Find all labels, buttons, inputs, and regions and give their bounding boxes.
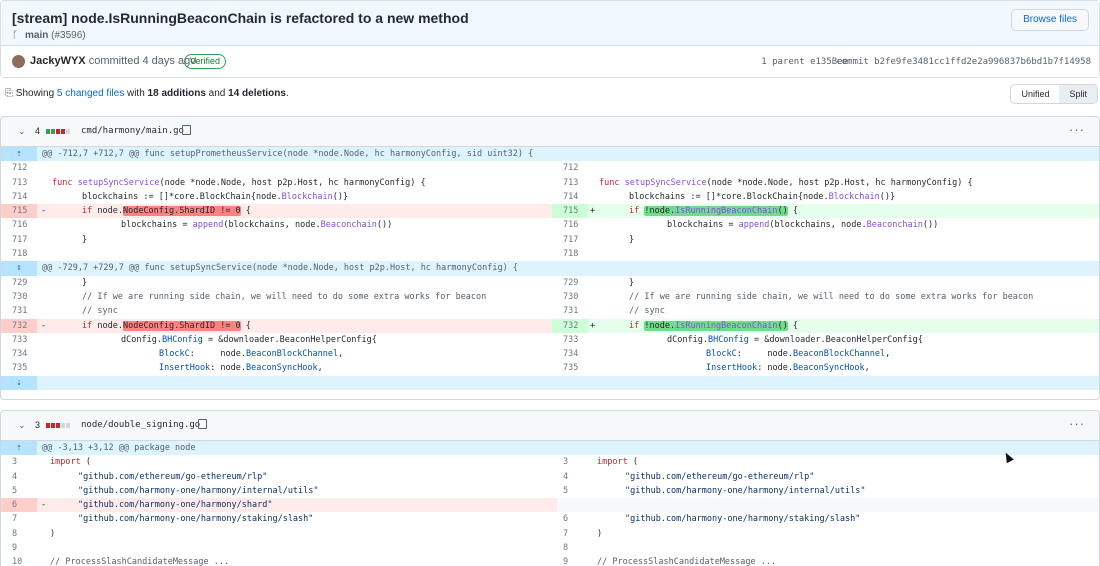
copy-icon[interactable] <box>182 125 191 135</box>
commit-title-bar: [stream] node.IsRunningBeaconChain is re… <box>1 1 1099 46</box>
file-change-count: 3 <box>35 420 41 430</box>
file-path[interactable]: cmd/harmony/main.go <box>81 126 184 136</box>
table-row: 731// sync 731// sync <box>12 306 665 317</box>
hunk-text: @@ -712,7 +712,7 @@ func setupPrometheus… <box>42 149 534 159</box>
changed-files-link[interactable]: 5 changed files <box>57 88 124 99</box>
table-row: 735 InsertHook: node.BeaconSyncHook, 735 In… <box>12 363 870 374</box>
chevron-down-icon[interactable]: ⌄ <box>18 420 26 431</box>
file-header: ⌄ 4 cmd/harmony/main.go ··· <box>1 117 1099 147</box>
table-row: 8) 7) <box>12 528 603 539</box>
table-row: 5 "github.com/harmony-one/harmony/interna… <box>12 485 866 496</box>
avatar[interactable] <box>12 55 25 68</box>
table-row: 712 712 <box>12 163 579 174</box>
table-row: 733 dConfig.BHConfig = &downloader.Beacon… <box>12 334 923 345</box>
chevron-down-icon[interactable]: ⌄ <box>18 126 26 137</box>
hunk-header: ⇕ @@ -729,7 +729,7 @@ func setupSyncServi… <box>1 261 1099 276</box>
commit-time: committed 4 days ago <box>88 55 197 67</box>
parent-commit[interactable]: 1 parent e135Bee <box>761 57 848 67</box>
table-row: 717} 717} <box>12 234 635 245</box>
diff-file: ⌄ 3 node/double_signing.go ··· ⇡ @@ -3,13… <box>0 410 1100 566</box>
table-row: 715- if node.NodeConfig.ShardID != 0 {715… <box>1 204 1099 219</box>
table-row: 3 import (3 import ( <box>12 457 638 468</box>
unified-view-button[interactable]: Unified <box>1011 85 1059 103</box>
unfold-icon[interactable]: ⇡ <box>1 441 37 456</box>
diff-file: ⌄ 4 cmd/harmony/main.go ··· ⇡ @@ -712,7 +… <box>0 116 1100 400</box>
summary-with: with <box>124 88 148 99</box>
table-row: 98 <box>12 543 569 554</box>
table-row: 734 BlockC: node.BeaconBlockChannel, 734 Bl… <box>12 349 891 360</box>
commit-title: [stream] node.IsRunningBeaconChain is re… <box>12 10 469 26</box>
unfold-icon[interactable]: ⇣ <box>1 375 37 391</box>
file-path[interactable]: node/double_signing.go <box>81 420 200 430</box>
branch-name[interactable]: main <box>25 30 48 41</box>
table-row: 730// If we are running side chain, we w… <box>12 291 1034 302</box>
diff-table: ⇡ @@ -3,13 +3,12 @@ package node 3 import … <box>1 441 1099 566</box>
table-row: 7 "github.com/harmony-one/harmony/staking… <box>12 514 861 525</box>
additions-count: 18 additions <box>147 88 206 99</box>
diff-stat <box>46 423 70 428</box>
pr-number[interactable]: (#3596) <box>51 30 85 41</box>
diff-view-toggle: Unified Split <box>1010 84 1098 104</box>
git-branch-icon: ᚴ <box>12 30 18 41</box>
diff-summary: ⎘ Showing 5 changed files with 18 additi… <box>5 88 289 99</box>
table-row: 4 "github.com/ethereum/go-ethereum/rlp" 4 "… <box>12 471 815 482</box>
summary-prefix: Showing <box>15 88 57 99</box>
table-row: 732- if node.NodeConfig.ShardID != 0 {732… <box>1 318 1099 333</box>
copy-icon[interactable] <box>198 419 207 429</box>
unfold-icon[interactable]: ⇡ <box>1 147 37 162</box>
summary-and: and <box>205 88 229 99</box>
author-name[interactable]: JackyWYX <box>30 55 86 67</box>
summary-suffix: . <box>285 88 289 99</box>
branch-info: ᚴ main (#3596) <box>12 30 86 41</box>
browse-files-button[interactable]: Browse files <box>1011 9 1089 31</box>
commit-header: [stream] node.IsRunningBeaconChain is re… <box>0 0 1100 78</box>
table-row: 729} 729} <box>12 277 635 288</box>
table-row: 713 func setupSyncService(node *node.Node… <box>12 177 973 188</box>
hunk-header: ⇡ @@ -3,13 +3,12 @@ package node <box>1 441 1099 456</box>
table-row: 10// ProcessSlashCandidateMessage ... 9//… <box>12 557 777 566</box>
table-row: 718 718 <box>12 249 579 260</box>
author-line: JackyWYX committed 4 days ago <box>30 55 196 67</box>
diff-stat <box>46 129 70 134</box>
table-row: 716 blockchains = append(blockchains, nod… <box>12 220 939 231</box>
deletions-count: 14 deletions <box>228 88 286 99</box>
commit-sha: commit b2fe9fe3481cc1ffd2e2a996837b6bd1b… <box>836 57 1091 67</box>
unfold-icon[interactable]: ⇕ <box>1 261 37 276</box>
kebab-horizontal-icon[interactable]: ··· <box>1069 122 1085 137</box>
kebab-horizontal-icon[interactable]: ··· <box>1069 416 1085 431</box>
table-row: 714 blockchains := []*core.BlockChain{nod… <box>12 191 896 202</box>
split-view-button[interactable]: Split <box>1059 85 1097 103</box>
file-change-count: 4 <box>35 126 41 136</box>
hunk-footer: ⇣ <box>1 375 1099 391</box>
hunk-header: ⇡ @@ -712,7 +712,7 @@ func setupPrometheu… <box>1 147 1099 162</box>
verified-badge[interactable]: Verified <box>184 54 227 69</box>
summary-icon: ⎘ <box>5 88 16 99</box>
hunk-text: @@ -729,7 +729,7 @@ func setupSyncServic… <box>42 263 518 274</box>
file-header: ⌄ 3 node/double_signing.go ··· <box>1 411 1099 441</box>
table-row: 6- "github.com/harmony-one/harmony/shard" <box>1 498 1099 513</box>
commit-meta: JackyWYX committed 4 days ago Verified 1… <box>1 47 1099 77</box>
hunk-text: @@ -3,13 +3,12 @@ package node <box>42 443 196 453</box>
diff-table: ⇡ @@ -712,7 +712,7 @@ func setupPrometheu… <box>1 147 1099 391</box>
